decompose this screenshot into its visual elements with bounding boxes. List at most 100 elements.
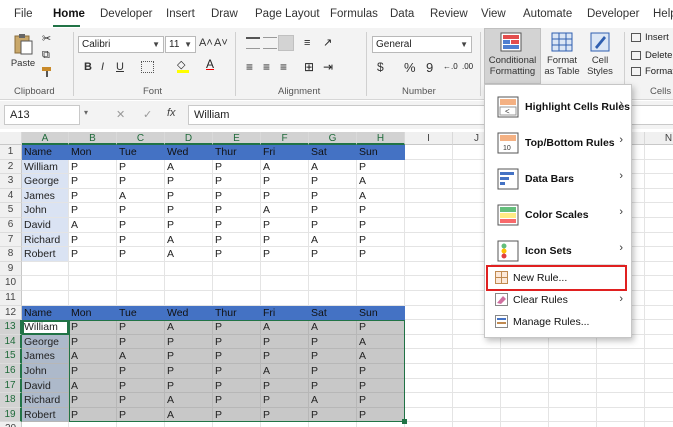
- row-header[interactable]: 15: [0, 349, 22, 364]
- grid-cell[interactable]: [309, 291, 357, 306]
- grid-cell[interactable]: [645, 247, 673, 262]
- menu-item-data-bars[interactable]: Data Bars ›: [485, 165, 631, 193]
- row-header[interactable]: 5: [0, 203, 22, 218]
- format-cells-label[interactable]: Format: [645, 66, 673, 77]
- grid-cell[interactable]: [645, 306, 673, 321]
- grid-cell[interactable]: [357, 261, 405, 277]
- table-cell[interactable]: P: [357, 159, 405, 175]
- table-header-cell[interactable]: Sun: [357, 305, 405, 321]
- select-all-corner[interactable]: [0, 132, 22, 145]
- table-cell[interactable]: Richard: [22, 232, 69, 248]
- tab-developer[interactable]: Developer: [587, 8, 639, 20]
- format-painter-icon[interactable]: [41, 66, 55, 78]
- table-cell[interactable]: P: [261, 232, 309, 248]
- grid-cell[interactable]: [405, 174, 453, 189]
- tab-home[interactable]: Home: [53, 8, 85, 20]
- grid-cell[interactable]: [645, 393, 673, 408]
- table-cell[interactable]: P: [213, 174, 261, 189]
- table-cell[interactable]: P: [261, 174, 309, 189]
- table-cell[interactable]: A: [357, 174, 405, 189]
- grid-cell[interactable]: [309, 422, 357, 427]
- table-cell[interactable]: P: [309, 203, 357, 218]
- insert-cells-icon[interactable]: [631, 33, 641, 42]
- table-cell[interactable]: P: [261, 188, 309, 204]
- grid-cell[interactable]: [69, 422, 117, 427]
- format-as-table-icon[interactable]: [551, 32, 573, 52]
- decrease-decimal-icon[interactable]: .00: [462, 62, 473, 71]
- table-cell[interactable]: P: [69, 247, 117, 262]
- table-cell[interactable]: P: [309, 188, 357, 204]
- grid-cell[interactable]: [117, 422, 165, 427]
- table-cell[interactable]: P: [165, 203, 213, 218]
- table-cell[interactable]: P: [69, 174, 117, 189]
- grid-cell[interactable]: [645, 189, 673, 204]
- table-cell[interactable]: P: [213, 247, 261, 262]
- table-header-cell[interactable]: Name: [22, 145, 69, 160]
- grid-cell[interactable]: [645, 174, 673, 189]
- table-cell[interactable]: A: [309, 232, 357, 248]
- grid-cell[interactable]: [405, 422, 453, 427]
- tab-developer[interactable]: Developer: [100, 8, 152, 20]
- table-header-cell[interactable]: Thur: [213, 305, 261, 321]
- format-cells-icon[interactable]: [631, 67, 641, 76]
- table-header-cell[interactable]: Thur: [213, 145, 261, 160]
- format-as-table-button[interactable]: Format as Table: [541, 55, 583, 77]
- grid-cell[interactable]: [405, 305, 453, 321]
- grid-cell[interactable]: [117, 291, 165, 306]
- column-header[interactable]: C: [117, 132, 165, 145]
- grid-cell[interactable]: [165, 291, 213, 306]
- grid-cell[interactable]: [597, 422, 645, 427]
- menu-item-icon-sets[interactable]: Icon Sets ›: [485, 237, 631, 265]
- number-format-combo[interactable]: General ▼: [372, 36, 472, 53]
- table-header-cell[interactable]: Sat: [309, 145, 357, 160]
- shrink-font-button[interactable]: A˅: [214, 37, 228, 49]
- grid-cell[interactable]: [645, 160, 673, 175]
- grid-cell[interactable]: [165, 422, 213, 427]
- align-center-icon[interactable]: ≡: [263, 60, 270, 74]
- grid-cell[interactable]: [597, 364, 645, 379]
- grid-cell[interactable]: [645, 262, 673, 277]
- grid-cell[interactable]: [549, 349, 597, 364]
- row-header[interactable]: 13: [0, 320, 22, 335]
- grid-cell[interactable]: [501, 378, 549, 394]
- column-header[interactable]: I: [405, 132, 453, 145]
- fill-color-icon[interactable]: ◇: [177, 58, 189, 73]
- grid-cell[interactable]: [645, 379, 673, 394]
- grid-cell[interactable]: [453, 422, 501, 427]
- grid-cell[interactable]: [597, 407, 645, 423]
- tab-view[interactable]: View: [481, 8, 506, 20]
- grid-cell[interactable]: [645, 218, 673, 233]
- table-cell[interactable]: P: [213, 232, 261, 248]
- grid-cell[interactable]: [597, 378, 645, 394]
- table-cell[interactable]: P: [165, 174, 213, 189]
- table-cell[interactable]: David: [22, 218, 69, 233]
- borders-icon[interactable]: [141, 61, 154, 73]
- table-cell[interactable]: P: [309, 174, 357, 189]
- grid-cell[interactable]: [213, 261, 261, 277]
- menu-item-color-scales[interactable]: Color Scales ›: [485, 201, 631, 229]
- tab-review[interactable]: Review: [430, 8, 468, 20]
- table-cell[interactable]: P: [213, 218, 261, 233]
- row-header[interactable]: 14: [0, 334, 22, 350]
- grid-cell[interactable]: [597, 393, 645, 408]
- grid-cell[interactable]: [22, 291, 69, 306]
- grid-cell[interactable]: [261, 422, 309, 427]
- table-cell[interactable]: A: [261, 203, 309, 218]
- grid-cell[interactable]: [453, 349, 501, 364]
- table-header-cell[interactable]: Wed: [165, 145, 213, 160]
- align-bottom-icon[interactable]: [278, 35, 294, 51]
- table-header-cell[interactable]: Wed: [165, 305, 213, 321]
- grid-cell[interactable]: [309, 276, 357, 291]
- tab-formulas[interactable]: Formulas: [330, 8, 378, 20]
- grid-cell[interactable]: [501, 364, 549, 379]
- grid-cell[interactable]: [405, 145, 453, 160]
- grid-cell[interactable]: [213, 291, 261, 306]
- grid-cell[interactable]: [405, 261, 453, 277]
- grid-cell[interactable]: [69, 261, 117, 277]
- table-header-cell[interactable]: Fri: [261, 145, 309, 160]
- row-header[interactable]: 3: [0, 174, 22, 189]
- table-cell[interactable]: A: [165, 247, 213, 262]
- row-header[interactable]: 2: [0, 159, 22, 175]
- grid-cell[interactable]: [357, 276, 405, 291]
- grid-cell[interactable]: [405, 276, 453, 291]
